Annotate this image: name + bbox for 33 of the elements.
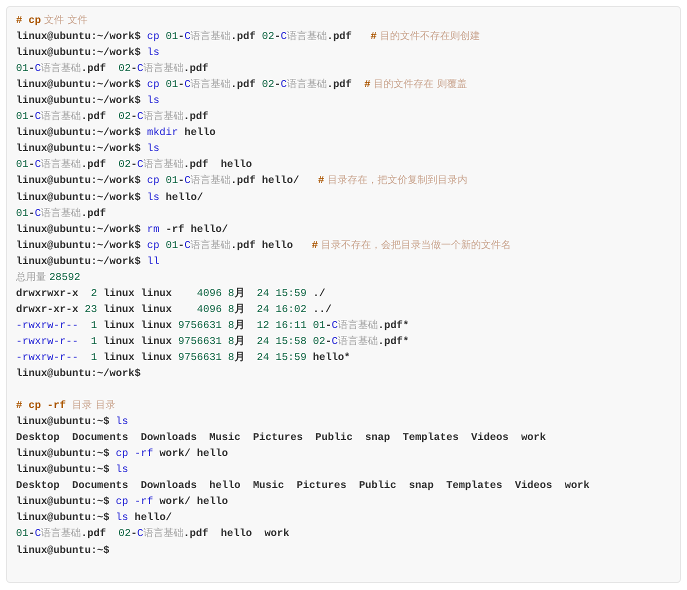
code-line: 总用量 28592 xyxy=(16,270,80,286)
code-line: 01-C语言基础.pdf 02-C语言基础.pdf xyxy=(16,62,208,78)
code-line: -rwxrw-r-- 1 linux linux 9756631 8月 12 16:11 01-C语言基础.pdf* xyxy=(16,318,410,334)
code-line: linux@ubuntu:~/work$ ls xyxy=(16,142,160,158)
code-line: drwxrwxr-x 2 linux linux 4096 8月 24 15:59 ./ xyxy=(16,286,326,302)
code-line: linux@ubuntu:~/work$ ls hello/ xyxy=(16,190,204,206)
code-line: linux@ubuntu:~/work$ cp 01-C语言基础.pdf 02-C语言基础.pdf # 目的文件存在 则覆盖 xyxy=(16,78,467,94)
code-line: linux@ubuntu:~/work$ mkdir hello xyxy=(16,126,216,142)
code-line: Desktop Documents Downloads Music Pictures Public snap Templates Videos work xyxy=(16,431,546,446)
code-line: drwxr-xr-x 23 linux linux 4096 8月 24 16:02 ../ xyxy=(16,302,332,318)
code-line: linux@ubuntu:~$ cp -rf work/ hello xyxy=(16,447,228,462)
code-line: linux@ubuntu:~$ ls xyxy=(16,415,128,430)
code-line: 01-C语言基础.pdf 02-C语言基础.pdf hello work xyxy=(16,526,290,542)
code-line: linux@ubuntu:~$ ls xyxy=(16,463,128,478)
code-line: linux@ubuntu:~/work$ xyxy=(16,367,141,382)
code-line: Desktop Documents Downloads hello Music Pictures Public snap Templates Videos work xyxy=(16,479,590,494)
code-line: linux@ubuntu:~/work$ rm -rf hello/ xyxy=(16,222,228,238)
code-line: -rwxrw-r-- 1 linux linux 9756631 8月 24 15:58 02-C语言基础.pdf* xyxy=(16,334,410,350)
code-line: linux@ubuntu:~/work$ cp 01-C语言基础.pdf hello/ # 目录存在，把文价复制到目录内 xyxy=(16,174,468,190)
code-line: linux@ubuntu:~$ xyxy=(16,544,110,558)
code-line: linux@ubuntu:~/work$ ls xyxy=(16,46,160,62)
code-line: 01-C语言基础.pdf 02-C语言基础.pdf xyxy=(16,110,208,126)
code-line: linux@ubuntu:~$ ls hello/ xyxy=(16,511,172,526)
code-line: # cp -rf 目录 目录 xyxy=(16,399,116,414)
code-line: linux@ubuntu:~/work$ cp 01-C语言基础.pdf hello # 目录不存在，会把目录当做一个新的文件名 xyxy=(16,238,512,254)
code-line: linux@ubuntu:~/work$ ll xyxy=(16,254,160,270)
code-line: 01-C语言基础.pdf 02-C语言基础.pdf hello xyxy=(16,158,252,174)
code-line: linux@ubuntu:~$ cp -rf work/ hello xyxy=(16,495,228,510)
code-line: # cp 文件 文件 xyxy=(16,14,88,29)
code-line: linux@ubuntu:~/work$ ls xyxy=(16,94,160,110)
code-line: linux@ubuntu:~/work$ cp 01-C语言基础.pdf 02-C语言基础.pdf # 目的文件不存在则创建 xyxy=(16,30,480,46)
code-line: 01-C语言基础.pdf xyxy=(16,206,106,222)
code-line: -rwxrw-r-- 1 linux linux 9756631 8月 24 15:59 hello* xyxy=(16,350,350,366)
